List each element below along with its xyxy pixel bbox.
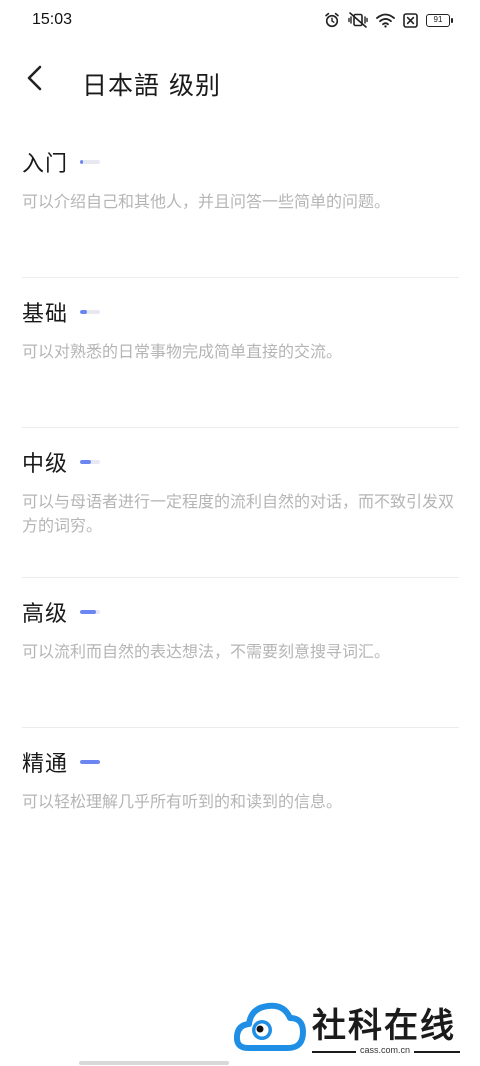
level-progress-fill (80, 160, 84, 164)
watermark-title: 社科在线 (312, 1006, 456, 1046)
status-bar: 15:03 91 (0, 0, 480, 42)
vibrate-icon (348, 12, 368, 28)
level-head: 中级 (22, 446, 101, 478)
wifi-icon (376, 13, 395, 28)
battery-icon: 91 (426, 13, 453, 27)
home-indicator[interactable] (79, 1061, 229, 1065)
nav-bar: 日本語 级别 (0, 55, 480, 111)
level-progress-bar (80, 310, 101, 314)
level-description: 可以对熟悉的日常事物完成简单直接的交流。 (22, 342, 343, 361)
level-description: 可以介绍自己和其他人，并且问答一些简单的问题。 (22, 192, 391, 211)
watermark-url: cass.com.cn (356, 1045, 415, 1055)
level-name: 中级 (22, 452, 69, 477)
level-list: 入门 可以介绍自己和其他人，并且问答一些简单的问题。 基础 可以对熟悉的日常事物… (22, 128, 459, 878)
level-item-basic[interactable]: 基础 可以对熟悉的日常事物完成简单直接的交流。 (22, 278, 459, 428)
watermark: 社科在线 cass.com.cn (233, 996, 464, 1058)
level-progress-fill (80, 460, 92, 464)
level-progress-bar (80, 160, 101, 164)
level-progress-fill (80, 610, 97, 614)
cloud-logo-icon (233, 996, 306, 1062)
level-head: 精通 (22, 746, 101, 778)
sim-off-icon (403, 12, 418, 28)
level-name: 精通 (22, 752, 69, 777)
level-progress-bar (80, 760, 101, 764)
alarm-icon (324, 12, 340, 28)
level-description: 可以轻松理解几乎所有听到的和读到的信息。 (22, 792, 343, 811)
level-name: 高级 (22, 602, 69, 627)
level-progress-fill (80, 310, 88, 314)
level-progress-fill (80, 760, 101, 764)
level-name: 入门 (22, 152, 69, 177)
back-arrow-icon (25, 65, 45, 95)
level-item-beginner[interactable]: 入门 可以介绍自己和其他人，并且问答一些简单的问题。 (22, 128, 459, 278)
battery-level: 91 (433, 15, 443, 24)
page-title: 日本語 级别 (82, 71, 221, 100)
status-time: 15:03 (32, 11, 73, 28)
status-icons: 91 (324, 12, 453, 28)
level-item-proficient[interactable]: 精通 可以轻松理解几乎所有听到的和读到的信息。 (22, 728, 459, 878)
level-item-advanced[interactable]: 高级 可以流利而自然的表达想法，不需要刻意搜寻词汇。 (22, 578, 459, 728)
level-head: 基础 (22, 296, 101, 328)
level-item-intermediate[interactable]: 中级 可以与母语者进行一定程度的流利自然的对话，而不致引发双方的词穷。 (22, 428, 459, 578)
level-name: 基础 (22, 302, 69, 327)
back-button[interactable] (18, 63, 52, 97)
level-progress-bar (80, 460, 101, 464)
level-description: 可以流利而自然的表达想法，不需要刻意搜寻词汇。 (22, 642, 391, 661)
level-head: 入门 (22, 146, 101, 178)
level-description: 可以与母语者进行一定程度的流利自然的对话，而不致引发双方的词穷。 (22, 492, 455, 535)
level-head: 高级 (22, 596, 101, 628)
level-progress-bar (80, 610, 101, 614)
